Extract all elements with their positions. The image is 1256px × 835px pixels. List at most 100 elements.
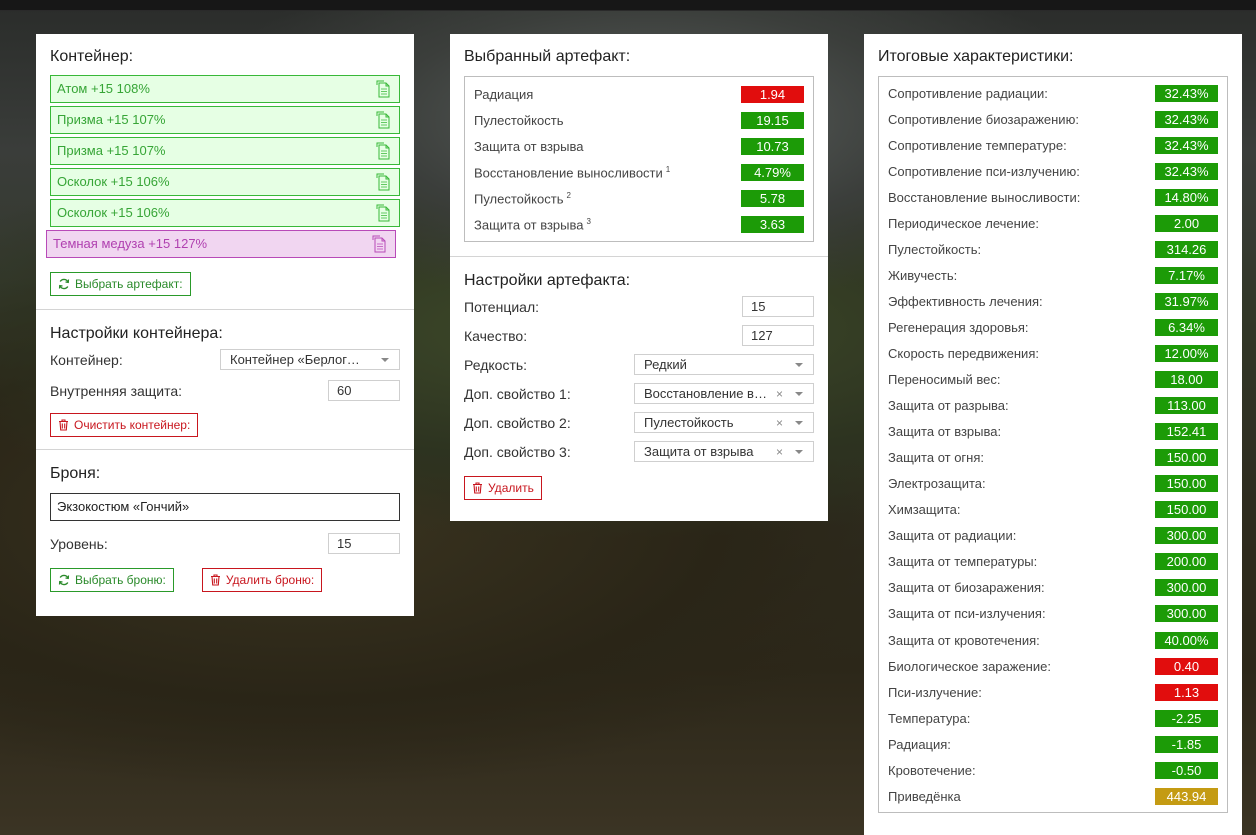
total-stat-label: Биологическое заражение: (888, 658, 1051, 674)
copy-icon[interactable] (371, 235, 387, 254)
container-slot-label: Темная медуза +15 127% (53, 236, 208, 251)
total-stat-value: 31.97% (1155, 292, 1218, 310)
prop3-select[interactable]: Защита от взрыва × (634, 441, 814, 463)
total-stat-label: Пулестойкость: (888, 241, 982, 257)
prop2-select[interactable]: Пулестойкость × (634, 412, 814, 434)
copy-icon[interactable] (375, 111, 391, 130)
total-stat-label: Переносимый вес: (888, 372, 1001, 388)
total-stat-value: 300.00 (1155, 605, 1218, 623)
top-bar (0, 0, 1256, 11)
container-slot[interactable]: Призма +15 107% (50, 137, 400, 165)
container-slot[interactable]: Атом +15 108% (50, 75, 400, 103)
artifact-stat-value: 5.78 (741, 189, 804, 207)
total-stats-panel: Итоговые характеристики: Сопротивление р… (864, 34, 1242, 835)
total-stat-label: Температура: (888, 710, 971, 726)
trash-icon (59, 419, 68, 431)
clear-icon[interactable]: × (776, 443, 783, 461)
total-stat-value: 32.43% (1155, 110, 1218, 128)
total-stat-label: Периодическое лечение: (888, 215, 1039, 231)
container-section: Контейнер: Атом +15 108% Призма +15 107% П… (36, 34, 414, 310)
total-stat-row: Восстановление выносливости: 14.80% (888, 184, 1218, 210)
total-stat-row: Радиация: -1.85 (888, 731, 1218, 757)
total-stat-label: Кровотечение: (888, 762, 976, 778)
total-stat-row: Переносимый вес: 18.00 (888, 367, 1218, 393)
prop2-row: Доп. свойство 2: Пулестойкость × (464, 408, 814, 437)
copy-icon[interactable] (375, 173, 391, 192)
prop2-select-value: Пулестойкость (644, 415, 734, 431)
total-stat-label: Защита от биозаражения: (888, 580, 1045, 596)
artifact-stat-sup: 2 (566, 190, 571, 200)
total-stat-value: 314.26 (1155, 240, 1218, 258)
artifact-stat-row: Пулестойкость 2 5.78 (474, 185, 804, 211)
quality-row: Качество: 127 (464, 321, 814, 350)
armor-level-row: Уровень: 15 (50, 529, 400, 558)
total-stat-value: 1.13 (1155, 683, 1218, 701)
selected-artifact-section: Выбранный артефакт: Радиация 1.94 Пулесто… (450, 34, 828, 258)
quality-input[interactable]: 127 (742, 325, 814, 347)
trash-icon (473, 482, 482, 494)
total-stat-row: Сопротивление биозаражению: 32.43% (888, 106, 1218, 132)
artifact-panel: Выбранный артефакт: Радиация 1.94 Пулесто… (450, 34, 828, 521)
container-slot[interactable]: Темная медуза +15 127% (46, 230, 396, 258)
prop1-label: Доп. свойство 1: (464, 385, 571, 402)
armor-name-input[interactable]: Экзокостюм «Гончий» (50, 493, 400, 521)
total-stat-row: Сопротивление радиации: 32.43% (888, 80, 1218, 106)
total-stat-value: 443.94 (1155, 787, 1218, 805)
copy-icon[interactable] (375, 204, 391, 223)
container-settings-section: Настройки контейнера: Контейнер: Контейн… (36, 310, 414, 450)
protection-label: Внутренняя защита: (50, 382, 183, 399)
artifact-stat-label: Радиация (474, 86, 534, 102)
total-stat-row: Скорость передвижения: 12.00% (888, 340, 1218, 366)
artifact-settings-section: Настройки артефакта: Потенциал: 15 Качес… (450, 257, 828, 512)
total-stat-label: Химзащита: (888, 502, 961, 518)
container-slot[interactable]: Призма +15 107% (50, 106, 400, 134)
total-stat-label: Живучесть: (888, 267, 958, 283)
container-select[interactable]: Контейнер «Берлога-6» (220, 349, 400, 370)
total-stat-label: Электрозащита: (888, 476, 986, 492)
container-slot[interactable]: Осколок +15 106% (50, 199, 400, 227)
total-stats-section: Итоговые характеристики: Сопротивление р… (864, 34, 1242, 825)
clear-icon[interactable]: × (776, 385, 783, 403)
protection-row: Внутренняя защита: 60 (50, 376, 400, 405)
refresh-icon (58, 574, 70, 586)
select-armor-button[interactable]: Выбрать броню: (50, 568, 174, 592)
chevron-down-icon (795, 421, 803, 426)
prop2-label: Доп. свойство 2: (464, 414, 571, 431)
prop1-select[interactable]: Восстановление выносливости × (634, 383, 814, 405)
potential-input[interactable]: 15 (742, 296, 814, 318)
total-stat-value: 40.00% (1155, 631, 1218, 649)
rarity-select[interactable]: Редкий (634, 354, 814, 376)
total-stat-value: 113.00 (1155, 397, 1218, 415)
protection-input[interactable]: 60 (328, 380, 400, 401)
total-stat-value: 14.80% (1155, 188, 1218, 206)
artifact-stat-label: Защита от взрыва 3 (474, 216, 591, 232)
total-stat-row: Защита от взрыва: 152.41 (888, 419, 1218, 445)
clear-container-button[interactable]: Очистить контейнер: (50, 413, 199, 437)
delete-armor-button[interactable]: Удалить броню: (201, 568, 323, 592)
clear-icon[interactable]: × (776, 414, 783, 432)
armor-level-input[interactable]: 15 (328, 533, 400, 554)
potential-row: Потенциал: 15 (464, 292, 814, 321)
total-stat-value: 32.43% (1155, 84, 1218, 102)
total-stat-row: Пулестойкость: 314.26 (888, 236, 1218, 262)
copy-icon[interactable] (375, 142, 391, 161)
delete-artifact-button[interactable]: Удалить (464, 476, 542, 501)
container-slot[interactable]: Осколок +15 106% (50, 168, 400, 196)
copy-icon[interactable] (375, 80, 391, 99)
rarity-label: Редкость: (464, 356, 528, 373)
total-stat-row: Защита от кровотечения: 40.00% (888, 627, 1218, 653)
quality-label: Качество: (464, 327, 528, 344)
total-stat-value: 6.34% (1155, 318, 1218, 336)
artifact-stat-label: Защита от взрыва (474, 138, 584, 154)
total-stat-value: -1.85 (1155, 735, 1218, 753)
artifact-stat-row: Защита от взрыва 10.73 (474, 133, 804, 159)
total-stats-title: Итоговые характеристики: (878, 48, 1074, 65)
total-stats-list: Сопротивление радиации: 32.43% Сопротивле… (878, 76, 1228, 814)
container-slots: Атом +15 108% Призма +15 107% Призма +15 1… (46, 75, 400, 258)
select-artifact-button[interactable]: Выбрать артефакт: (50, 272, 191, 296)
select-artifact-label: Выбрать артефакт: (75, 277, 183, 291)
total-stat-value: 150.00 (1155, 449, 1218, 467)
total-stat-label: Сопротивление пси-излучению: (888, 163, 1080, 179)
total-stat-label: Сопротивление радиации: (888, 85, 1048, 101)
delete-armor-label: Удалить броню: (225, 573, 315, 587)
